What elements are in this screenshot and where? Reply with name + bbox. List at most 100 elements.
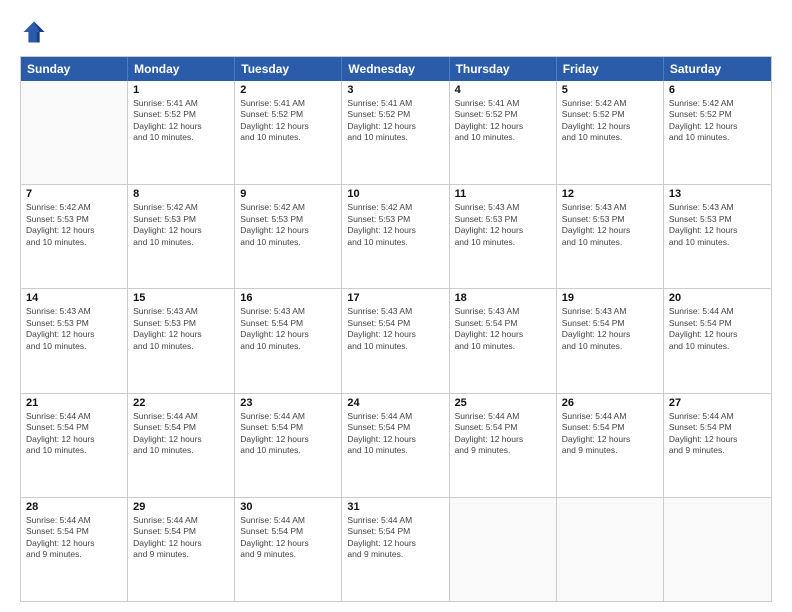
- calendar-day-26: 26Sunrise: 5:44 AM Sunset: 5:54 PM Dayli…: [557, 394, 664, 497]
- day-number: 12: [562, 188, 658, 200]
- day-number: 2: [240, 84, 336, 96]
- calendar-day-13: 13 Sunrise: 5:43 AM Sunset: 5:53 PM Dayli…: [664, 185, 771, 288]
- day-number: 27: [669, 397, 766, 409]
- day-number: 24: [347, 397, 443, 409]
- day-number: 21: [26, 397, 122, 409]
- calendar-week-2: 7 Sunrise: 5:42 AM Sunset: 5:53 PM Daylig…: [21, 185, 771, 289]
- day-info: Sunrise: 5:41 AM Sunset: 5:52 PM Dayligh…: [347, 98, 443, 144]
- calendar-day-8: 8 Sunrise: 5:42 AM Sunset: 5:53 PM Daylig…: [128, 185, 235, 288]
- day-number: 15: [133, 292, 229, 304]
- day-info: Sunrise: 5:44 AM Sunset: 5:54 PM Dayligh…: [455, 411, 551, 457]
- page: SundayMondayTuesdayWednesdayThursdayFrid…: [0, 0, 792, 612]
- calendar-day-6: 6Sunrise: 5:42 AM Sunset: 5:52 PM Daylig…: [664, 81, 771, 184]
- day-info: Sunrise: 5:44 AM Sunset: 5:54 PM Dayligh…: [562, 411, 658, 457]
- weekday-header-saturday: Saturday: [664, 57, 771, 81]
- calendar: SundayMondayTuesdayWednesdayThursdayFrid…: [20, 56, 772, 602]
- day-info: Sunrise: 5:41 AM Sunset: 5:52 PM Dayligh…: [455, 98, 551, 144]
- day-number: 11: [455, 188, 551, 200]
- calendar-day-19: 19 Sunrise: 5:43 AM Sunset: 5:54 PM Dayli…: [557, 289, 664, 392]
- logo-icon: [20, 18, 48, 46]
- calendar-day-16: 16 Sunrise: 5:43 AM Sunset: 5:54 PM Dayli…: [235, 289, 342, 392]
- calendar-day-4: 4 Sunrise: 5:41 AM Sunset: 5:52 PM Daylig…: [450, 81, 557, 184]
- day-info: Sunrise: 5:43 AM Sunset: 5:53 PM Dayligh…: [455, 202, 551, 248]
- day-number: 9: [240, 188, 336, 200]
- calendar-day-empty: [664, 498, 771, 601]
- calendar-header: SundayMondayTuesdayWednesdayThursdayFrid…: [21, 57, 771, 81]
- calendar-day-1: 1 Sunrise: 5:41 AM Sunset: 5:52 PM Daylig…: [128, 81, 235, 184]
- day-info: Sunrise: 5:44 AM Sunset: 5:54 PM Dayligh…: [133, 515, 229, 561]
- calendar-day-31: 31Sunrise: 5:44 AM Sunset: 5:54 PM Dayli…: [342, 498, 449, 601]
- day-info: Sunrise: 5:43 AM Sunset: 5:53 PM Dayligh…: [26, 306, 122, 352]
- day-number: 14: [26, 292, 122, 304]
- day-info: Sunrise: 5:44 AM Sunset: 5:54 PM Dayligh…: [669, 411, 766, 457]
- day-info: Sunrise: 5:43 AM Sunset: 5:53 PM Dayligh…: [562, 202, 658, 248]
- logo: [20, 18, 52, 46]
- day-number: 16: [240, 292, 336, 304]
- day-number: 19: [562, 292, 658, 304]
- day-info: Sunrise: 5:43 AM Sunset: 5:54 PM Dayligh…: [562, 306, 658, 352]
- day-info: Sunrise: 5:44 AM Sunset: 5:54 PM Dayligh…: [240, 515, 336, 561]
- calendar-day-20: 20 Sunrise: 5:44 AM Sunset: 5:54 PM Dayli…: [664, 289, 771, 392]
- day-info: Sunrise: 5:44 AM Sunset: 5:54 PM Dayligh…: [669, 306, 766, 352]
- day-number: 18: [455, 292, 551, 304]
- calendar-body: 1 Sunrise: 5:41 AM Sunset: 5:52 PM Daylig…: [21, 81, 771, 601]
- weekday-header-thursday: Thursday: [450, 57, 557, 81]
- day-info: Sunrise: 5:42 AM Sunset: 5:53 PM Dayligh…: [240, 202, 336, 248]
- day-number: 1: [133, 84, 229, 96]
- day-info: Sunrise: 5:41 AM Sunset: 5:52 PM Dayligh…: [133, 98, 229, 144]
- day-info: Sunrise: 5:43 AM Sunset: 5:54 PM Dayligh…: [240, 306, 336, 352]
- day-info: Sunrise: 5:42 AM Sunset: 5:52 PM Dayligh…: [562, 98, 658, 144]
- day-info: Sunrise: 5:44 AM Sunset: 5:54 PM Dayligh…: [26, 515, 122, 561]
- day-number: 31: [347, 501, 443, 513]
- calendar-day-22: 22Sunrise: 5:44 AM Sunset: 5:54 PM Dayli…: [128, 394, 235, 497]
- day-number: 13: [669, 188, 766, 200]
- calendar-day-21: 21 Sunrise: 5:44 AM Sunset: 5:54 PM Dayli…: [21, 394, 128, 497]
- calendar-day-25: 25 Sunrise: 5:44 AM Sunset: 5:54 PM Dayli…: [450, 394, 557, 497]
- weekday-header-wednesday: Wednesday: [342, 57, 449, 81]
- day-info: Sunrise: 5:43 AM Sunset: 5:53 PM Dayligh…: [669, 202, 766, 248]
- calendar-day-28: 28 Sunrise: 5:44 AM Sunset: 5:54 PM Dayli…: [21, 498, 128, 601]
- weekday-header-friday: Friday: [557, 57, 664, 81]
- calendar-day-18: 18 Sunrise: 5:43 AM Sunset: 5:54 PM Dayli…: [450, 289, 557, 392]
- day-number: 25: [455, 397, 551, 409]
- calendar-day-29: 29 Sunrise: 5:44 AM Sunset: 5:54 PM Dayli…: [128, 498, 235, 601]
- day-number: 6: [669, 84, 766, 96]
- day-number: 3: [347, 84, 443, 96]
- day-number: 23: [240, 397, 336, 409]
- calendar-day-15: 15 Sunrise: 5:43 AM Sunset: 5:53 PM Dayli…: [128, 289, 235, 392]
- weekday-header-tuesday: Tuesday: [235, 57, 342, 81]
- day-info: Sunrise: 5:43 AM Sunset: 5:53 PM Dayligh…: [133, 306, 229, 352]
- day-number: 30: [240, 501, 336, 513]
- calendar-day-17: 17Sunrise: 5:43 AM Sunset: 5:54 PM Dayli…: [342, 289, 449, 392]
- day-info: Sunrise: 5:44 AM Sunset: 5:54 PM Dayligh…: [347, 411, 443, 457]
- day-info: Sunrise: 5:42 AM Sunset: 5:53 PM Dayligh…: [133, 202, 229, 248]
- calendar-day-23: 23Sunrise: 5:44 AM Sunset: 5:54 PM Dayli…: [235, 394, 342, 497]
- day-number: 29: [133, 501, 229, 513]
- day-info: Sunrise: 5:43 AM Sunset: 5:54 PM Dayligh…: [347, 306, 443, 352]
- day-info: Sunrise: 5:41 AM Sunset: 5:52 PM Dayligh…: [240, 98, 336, 144]
- calendar-day-14: 14 Sunrise: 5:43 AM Sunset: 5:53 PM Dayli…: [21, 289, 128, 392]
- calendar-day-7: 7Sunrise: 5:42 AM Sunset: 5:53 PM Daylig…: [21, 185, 128, 288]
- calendar-week-3: 14 Sunrise: 5:43 AM Sunset: 5:53 PM Dayli…: [21, 289, 771, 393]
- day-number: 28: [26, 501, 122, 513]
- calendar-day-9: 9 Sunrise: 5:42 AM Sunset: 5:53 PM Daylig…: [235, 185, 342, 288]
- day-info: Sunrise: 5:44 AM Sunset: 5:54 PM Dayligh…: [26, 411, 122, 457]
- calendar-day-empty: [450, 498, 557, 601]
- calendar-week-4: 21 Sunrise: 5:44 AM Sunset: 5:54 PM Dayli…: [21, 394, 771, 498]
- calendar-day-30: 30 Sunrise: 5:44 AM Sunset: 5:54 PM Dayli…: [235, 498, 342, 601]
- day-number: 20: [669, 292, 766, 304]
- calendar-day-10: 10Sunrise: 5:42 AM Sunset: 5:53 PM Dayli…: [342, 185, 449, 288]
- weekday-header-sunday: Sunday: [21, 57, 128, 81]
- day-number: 7: [26, 188, 122, 200]
- calendar-week-1: 1 Sunrise: 5:41 AM Sunset: 5:52 PM Daylig…: [21, 81, 771, 185]
- calendar-week-5: 28 Sunrise: 5:44 AM Sunset: 5:54 PM Dayli…: [21, 498, 771, 601]
- calendar-day-empty: [21, 81, 128, 184]
- day-number: 8: [133, 188, 229, 200]
- calendar-day-5: 5Sunrise: 5:42 AM Sunset: 5:52 PM Daylig…: [557, 81, 664, 184]
- weekday-header-monday: Monday: [128, 57, 235, 81]
- day-number: 4: [455, 84, 551, 96]
- calendar-day-11: 11 Sunrise: 5:43 AM Sunset: 5:53 PM Dayli…: [450, 185, 557, 288]
- day-info: Sunrise: 5:43 AM Sunset: 5:54 PM Dayligh…: [455, 306, 551, 352]
- header: [20, 18, 772, 46]
- calendar-day-12: 12 Sunrise: 5:43 AM Sunset: 5:53 PM Dayli…: [557, 185, 664, 288]
